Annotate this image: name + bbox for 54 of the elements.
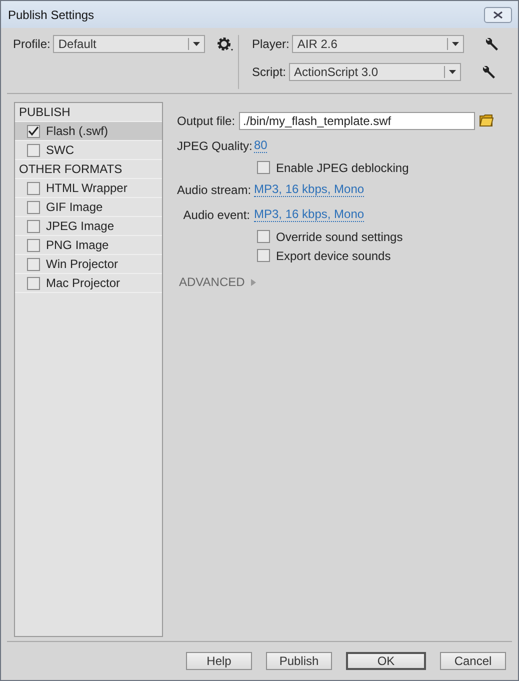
dialog-button[interactable]: Cancel (440, 652, 506, 670)
output-file-field[interactable]: ./bin/my_flash_template.swf (239, 112, 476, 130)
checkbox[interactable] (27, 200, 40, 214)
checkbox[interactable] (27, 124, 40, 138)
folder-icon[interactable] (479, 113, 494, 128)
checkbox-label: Override sound settings (276, 230, 403, 244)
checkbox[interactable] (257, 161, 270, 174)
format-item[interactable]: Mac Projector (15, 274, 162, 293)
advanced-toggle[interactable]: ADVANCED (179, 275, 245, 289)
dialog-button[interactable]: OK (346, 652, 426, 670)
format-item[interactable]: HTML Wrapper (15, 179, 162, 198)
expand-arrow-icon[interactable] (250, 278, 257, 286)
profile-label: Profile: (13, 37, 50, 51)
format-item[interactable]: Flash (.swf) (15, 122, 162, 141)
format-item[interactable]: GIF Image (15, 198, 162, 217)
caret-icon (193, 42, 200, 46)
checkbox[interactable] (27, 144, 40, 156)
wrench-icon[interactable] (482, 65, 496, 79)
caret-icon (449, 70, 456, 74)
section-header: PUBLISH (19, 105, 70, 119)
format-item[interactable]: JPEG Image (15, 217, 162, 236)
checkbox[interactable] (257, 249, 270, 262)
checkbox[interactable] (27, 238, 40, 252)
checkbox[interactable] (27, 182, 40, 194)
checkbox[interactable] (27, 258, 40, 270)
checkbox[interactable] (27, 220, 40, 232)
checkbox[interactable] (257, 230, 270, 243)
caret-icon (452, 42, 460, 46)
setting-label: Audio stream: (177, 182, 250, 196)
close-button[interactable] (484, 6, 512, 22)
output-file-label: Output file: (177, 114, 236, 128)
format-item[interactable]: PNG Image (15, 236, 162, 255)
checkbox[interactable] (27, 276, 40, 290)
checkbox-label: Export device sounds (276, 248, 391, 262)
profile-dropdown[interactable]: Default (53, 35, 206, 53)
player-label: Player: (252, 37, 290, 51)
format-item[interactable]: Win Projector (15, 255, 162, 274)
close-icon (493, 10, 503, 18)
script-label: Script: (252, 65, 286, 79)
setting-link[interactable]: 80 (254, 138, 268, 153)
gear-icon[interactable] (216, 36, 234, 52)
wrench-icon[interactable] (485, 37, 500, 51)
setting-label: Audio event: (182, 208, 250, 222)
format-item[interactable]: SWC (15, 141, 162, 160)
player-dropdown[interactable]: AIR 2.6 (292, 35, 464, 53)
dialog-button[interactable]: Help (186, 652, 252, 670)
setting-label: JPEG Quality: (177, 138, 250, 152)
dialog-button[interactable]: Publish (266, 652, 332, 670)
window-title: Publish Settings (8, 8, 94, 22)
checkbox-label: Enable JPEG deblocking (276, 160, 409, 174)
setting-link[interactable]: MP3, 16 kbps, Mono (254, 207, 364, 222)
setting-link[interactable]: MP3, 16 kbps, Mono (254, 182, 364, 197)
section-header: OTHER FORMATS (19, 162, 122, 176)
script-dropdown[interactable]: ActionScript 3.0 (289, 63, 462, 81)
